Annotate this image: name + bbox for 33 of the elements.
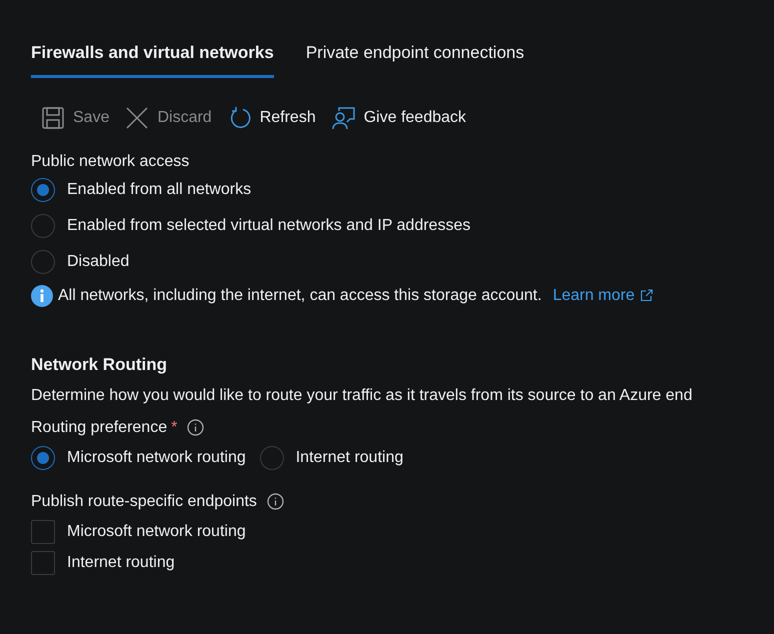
checkbox-label: Internet routing xyxy=(67,552,175,572)
save-icon xyxy=(41,106,65,130)
checkbox-label: Microsoft network routing xyxy=(67,522,246,542)
radio-label: Internet routing xyxy=(296,448,404,468)
info-icon xyxy=(31,284,53,306)
feedback-button[interactable]: Give feedback xyxy=(332,106,466,130)
radio-button[interactable] xyxy=(31,178,55,202)
radio-button[interactable] xyxy=(31,250,55,274)
close-icon xyxy=(125,106,150,130)
radio-button[interactable] xyxy=(260,446,284,470)
info-message: All networks, including the internet, can access this storage account. xyxy=(58,286,542,306)
tab[interactable]: Firewalls and virtual networks xyxy=(31,40,274,78)
radio-label: Enabled from selected virtual networks and IP addresses xyxy=(67,216,470,236)
radio-label: Microsoft network routing xyxy=(67,448,246,468)
refresh-button[interactable]: Refresh xyxy=(228,106,316,130)
radio-label: Enabled from all networks xyxy=(67,180,252,200)
radio-label: Disabled xyxy=(67,252,130,272)
section-description: Determine how you would like to route your traffic as it travels from its source to an Azure end xyxy=(31,386,694,406)
learn-more-link[interactable]: Learn more xyxy=(552,284,653,308)
checkbox[interactable] xyxy=(31,550,55,574)
required-asterisk: * xyxy=(171,418,178,438)
field-label: Public network access xyxy=(31,152,190,172)
feedback-icon xyxy=(332,106,356,130)
radio-button[interactable] xyxy=(31,446,55,470)
checkbox[interactable] xyxy=(31,520,55,544)
field-label: Publish route-specific endpoints xyxy=(31,492,257,512)
radio-button[interactable] xyxy=(31,214,55,238)
tab[interactable]: Private endpoint connections xyxy=(306,40,524,78)
info-icon[interactable] xyxy=(187,419,204,436)
external-link-icon xyxy=(640,289,653,302)
info-icon[interactable] xyxy=(266,493,284,510)
field-label: Routing preference xyxy=(31,418,168,438)
section-heading: Network Routing xyxy=(31,354,167,376)
